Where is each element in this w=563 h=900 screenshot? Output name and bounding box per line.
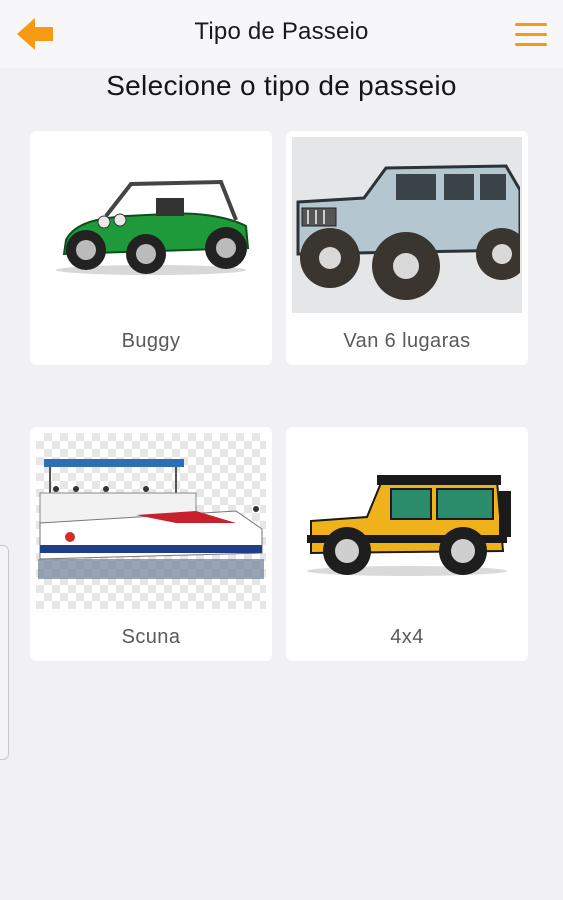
tour-card-scuna[interactable]: Scuna	[30, 427, 272, 661]
tour-card-label: Van 6 lugaras	[343, 330, 471, 352]
side-drawer-handle[interactable]	[0, 545, 9, 760]
green-buggy-image	[36, 137, 266, 313]
hamburger-menu-button[interactable]	[511, 16, 551, 52]
menu-bar	[515, 32, 547, 36]
blue-jeep-image	[292, 137, 522, 313]
screen-title: Tipo de Passeio	[194, 18, 369, 45]
yellow-jeep-image	[292, 433, 522, 609]
app-header: Tipo de Passeio	[0, 0, 563, 68]
menu-bar	[515, 42, 547, 46]
tour-card-label: Buggy	[121, 330, 181, 352]
tour-card-van[interactable]: Van 6 lugaras	[286, 131, 528, 365]
tour-card-label: Scuna	[121, 626, 181, 648]
tour-card-buggy[interactable]: Buggy	[30, 131, 272, 365]
tour-card-4x4[interactable]: 4x4	[286, 427, 528, 661]
page-heading: Selecione o tipo de passeio	[106, 70, 457, 101]
menu-bar	[515, 22, 547, 26]
tour-card-label: 4x4	[390, 626, 424, 648]
schooner-boat-image	[36, 433, 266, 609]
